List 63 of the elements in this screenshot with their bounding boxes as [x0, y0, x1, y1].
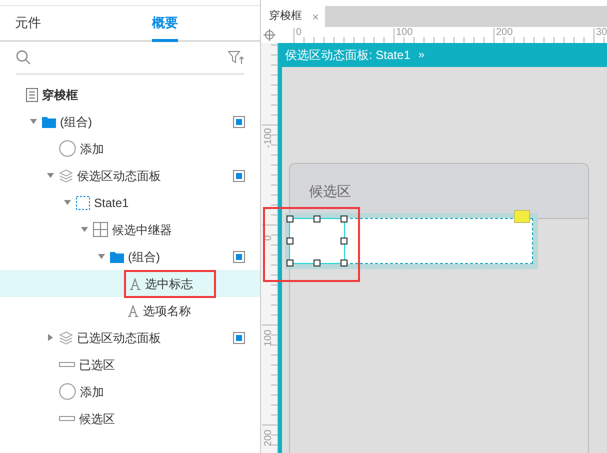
outline-item[interactable]: State1: [0, 189, 260, 216]
caret-right-icon[interactable]: [47, 334, 54, 341]
caret-down-icon[interactable]: [64, 199, 71, 206]
item-label: (组合): [128, 248, 160, 266]
item-label: 已选区: [79, 356, 115, 374]
ruler-label: 100: [396, 28, 413, 38]
item-label: State1: [94, 194, 129, 212]
card-title: 候选区: [309, 182, 351, 200]
state-title: 侯选区动态面板: State1: [285, 47, 410, 64]
outline-item[interactable]: 添加: [0, 135, 260, 162]
folder-icon: [42, 116, 56, 128]
text-widget-icon: [127, 304, 139, 316]
page-icon: [26, 88, 38, 102]
ruler-label: 200: [496, 28, 513, 38]
item-label: 侯选区动态面板: [77, 168, 161, 184]
item-label: 添加: [80, 140, 104, 158]
item-label: 添加: [80, 384, 104, 400]
panel-tab[interactable]: 概要: [152, 6, 178, 42]
outline-item[interactable]: 侯选区动态面板: [0, 162, 260, 189]
layers-icon: [59, 330, 73, 344]
document-tab[interactable]: 穿梭框 ×: [261, 6, 326, 27]
item-label: 选中标志: [145, 276, 193, 292]
item-label: 穿梭框: [42, 86, 78, 104]
caret-down-icon[interactable]: [81, 226, 88, 233]
item-label: 选项名称: [143, 302, 191, 320]
outline-item[interactable]: 已选区: [0, 351, 260, 378]
search-icon[interactable]: [16, 50, 31, 65]
grid-icon: [93, 222, 108, 237]
text-widget-icon: [129, 278, 141, 290]
tab-title: 穿梭框: [269, 8, 302, 24]
layers-icon: [59, 168, 73, 182]
filter-icon[interactable]: [228, 50, 244, 64]
outline-item[interactable]: (组合): [0, 243, 260, 270]
ruler-label: 200: [264, 428, 274, 448]
item-label: 候选区: [79, 410, 115, 428]
outline-item[interactable]: 选中标志: [0, 270, 260, 297]
caret-down-icon[interactable]: [30, 118, 37, 125]
circle-icon: [59, 383, 76, 400]
ruler-label: 100: [264, 328, 274, 348]
ruler-label: 0: [296, 28, 302, 38]
rectangle-icon: [59, 416, 75, 421]
outline-item[interactable]: 穿梭框: [0, 81, 260, 108]
outline-item[interactable]: 候选中继器: [0, 216, 260, 243]
ruler-label: 30: [596, 28, 607, 38]
outline-item[interactable]: 已选区动态面板: [0, 324, 260, 351]
outline-item[interactable]: 候选区: [0, 405, 260, 432]
caret-down-icon[interactable]: [98, 253, 105, 260]
outline-item[interactable]: (组合): [0, 108, 260, 135]
caret-down-icon[interactable]: [47, 172, 54, 179]
selected-widget: [289, 218, 345, 264]
note-marker-icon: [514, 210, 530, 223]
item-label: 候选中继器: [112, 222, 172, 238]
crosshair-icon[interactable]: [261, 27, 278, 43]
item-label: (组合): [60, 114, 92, 130]
rectangle-icon: [59, 362, 75, 367]
folder-icon: [110, 250, 124, 262]
outline-item[interactable]: 选项名称: [0, 297, 260, 324]
item-label: 已选区动态面板: [77, 330, 161, 346]
dashed-square-icon: [76, 196, 90, 210]
circle-icon: [59, 140, 76, 157]
ruler-label: -100: [264, 127, 274, 150]
outline-item[interactable]: 添加: [0, 378, 260, 405]
panel-tab[interactable]: 元件: [15, 6, 41, 42]
